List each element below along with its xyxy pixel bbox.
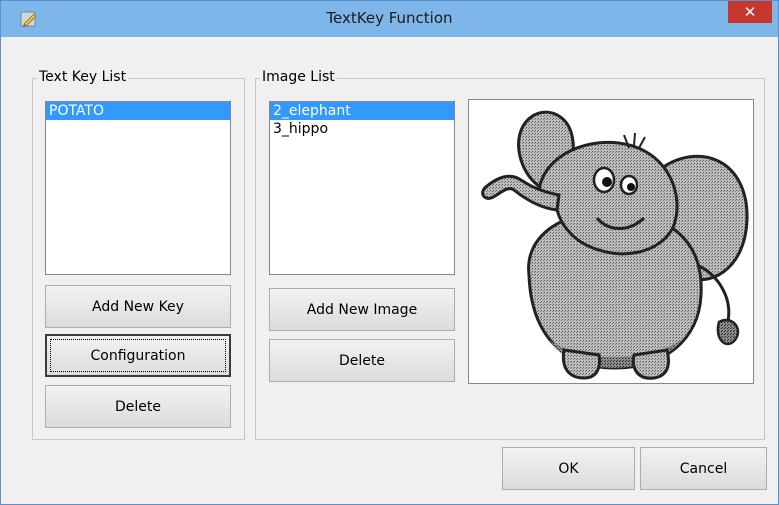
delete-image-label: Delete [339,352,385,369]
add-new-key-label: Add New Key [92,298,184,315]
list-item[interactable]: 2_elephant [270,102,454,120]
window-title: TextKey Function [326,9,453,27]
close-button[interactable]: ✕ [728,1,772,23]
add-new-image-button[interactable]: Add New Image [269,288,455,331]
cancel-button[interactable]: Cancel [640,447,767,490]
text-key-listbox[interactable]: POTATO [45,101,231,275]
list-item[interactable]: 3_hippo [270,120,454,138]
cancel-label: Cancel [679,460,728,477]
add-new-image-label: Add New Image [306,301,418,318]
image-list-label: Image List [260,69,337,85]
configuration-button[interactable]: Configuration [45,334,231,377]
title-bar[interactable]: TextKey Function ✕ [1,1,778,37]
list-item[interactable]: POTATO [46,102,230,120]
ok-label: OK [558,460,579,477]
text-key-list-label: Text Key List [37,69,129,85]
image-preview [468,99,754,384]
image-listbox[interactable]: 2_elephant 3_hippo [269,101,455,275]
ok-button[interactable]: OK [502,447,635,490]
textkey-function-dialog: TextKey Function ✕ Text Key List POTATO … [0,0,779,505]
add-new-key-button[interactable]: Add New Key [45,285,231,328]
delete-image-button[interactable]: Delete [269,339,455,382]
delete-key-label: Delete [115,398,161,415]
delete-key-button[interactable]: Delete [45,385,231,428]
close-icon: ✕ [743,3,757,21]
configuration-label: Configuration [90,347,186,364]
elephant-image-icon [481,110,749,380]
